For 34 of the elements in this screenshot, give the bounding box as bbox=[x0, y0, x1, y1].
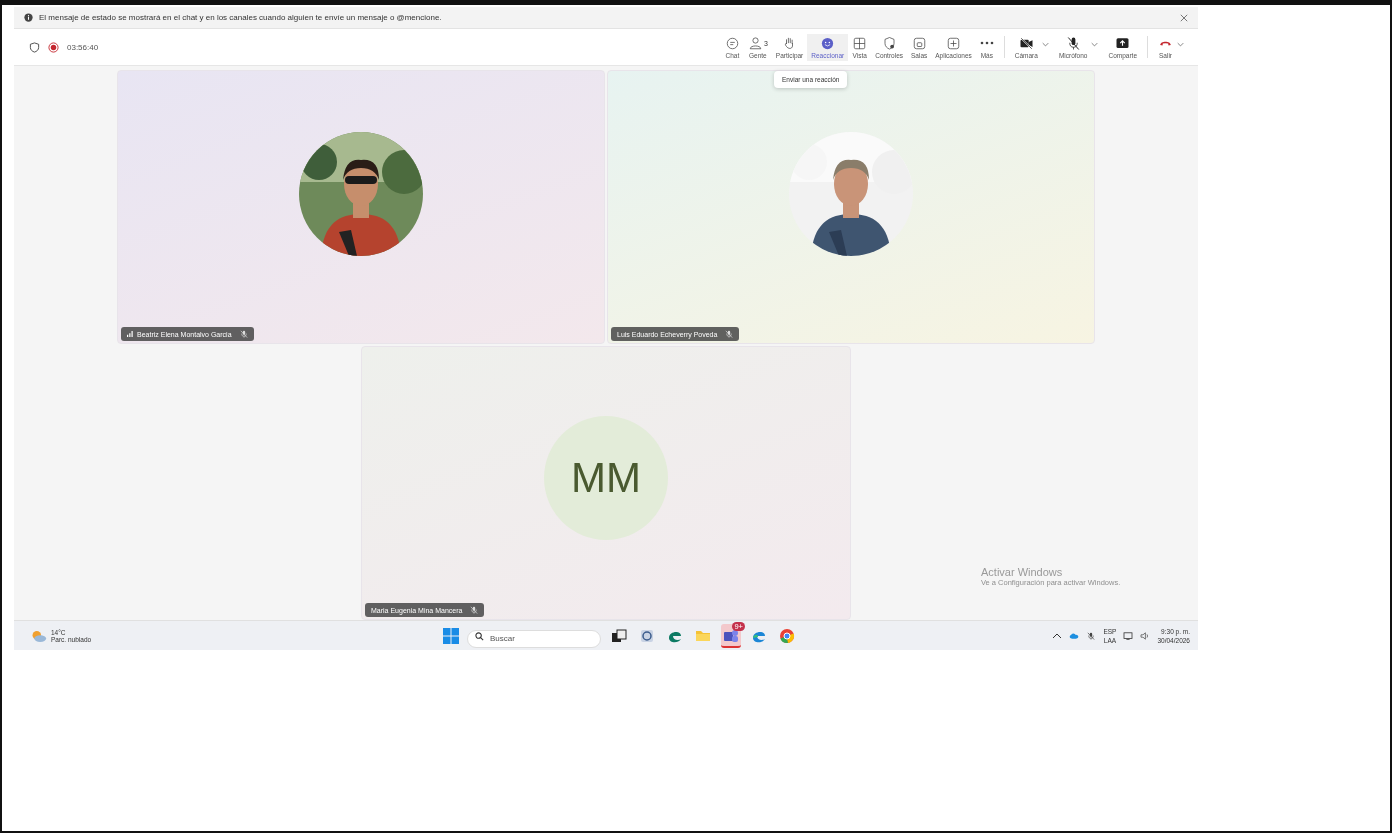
folder-icon bbox=[695, 628, 711, 644]
chevron-up-icon[interactable] bbox=[1052, 631, 1063, 640]
shield-icon[interactable] bbox=[29, 41, 40, 53]
windows-start-icon[interactable] bbox=[443, 628, 459, 644]
mic-off-icon[interactable] bbox=[1086, 631, 1097, 640]
apps-icon bbox=[946, 35, 962, 51]
grid-icon bbox=[852, 35, 868, 51]
caret-icon[interactable] bbox=[1041, 41, 1049, 47]
search-icon bbox=[475, 631, 484, 641]
people-icon bbox=[747, 35, 763, 51]
monitor-icon[interactable] bbox=[1123, 631, 1134, 640]
cloud-sun-icon bbox=[30, 628, 47, 643]
shield-icon bbox=[881, 35, 897, 51]
task-view-icon bbox=[611, 628, 627, 644]
close-icon[interactable] bbox=[1180, 13, 1188, 22]
chat-icon bbox=[724, 35, 740, 51]
notification-text: El mensaje de estado se mostrará en el chat y en los canales cuando alguien te envíe un mensaje o @mencione. bbox=[39, 13, 443, 22]
mic-icon bbox=[1065, 35, 1081, 51]
app-icon bbox=[779, 628, 795, 644]
speaker-icon[interactable] bbox=[1140, 631, 1151, 640]
cloud-icon[interactable] bbox=[1069, 631, 1080, 640]
share-icon bbox=[1115, 35, 1131, 51]
avatar-initials: MM bbox=[544, 416, 668, 540]
caret-icon[interactable] bbox=[1177, 41, 1184, 47]
app-icon bbox=[639, 628, 655, 644]
search-field[interactable]: Buscar bbox=[467, 629, 601, 648]
caret-icon[interactable] bbox=[1091, 41, 1099, 47]
react-icon bbox=[820, 35, 836, 51]
meeting-timer: 03:56:40 bbox=[67, 42, 99, 52]
activation-title: Activar Windows bbox=[981, 566, 1064, 578]
info-icon bbox=[24, 13, 33, 22]
rooms-icon bbox=[911, 35, 927, 51]
more-icon bbox=[979, 41, 994, 45]
camera-icon bbox=[1018, 35, 1034, 51]
